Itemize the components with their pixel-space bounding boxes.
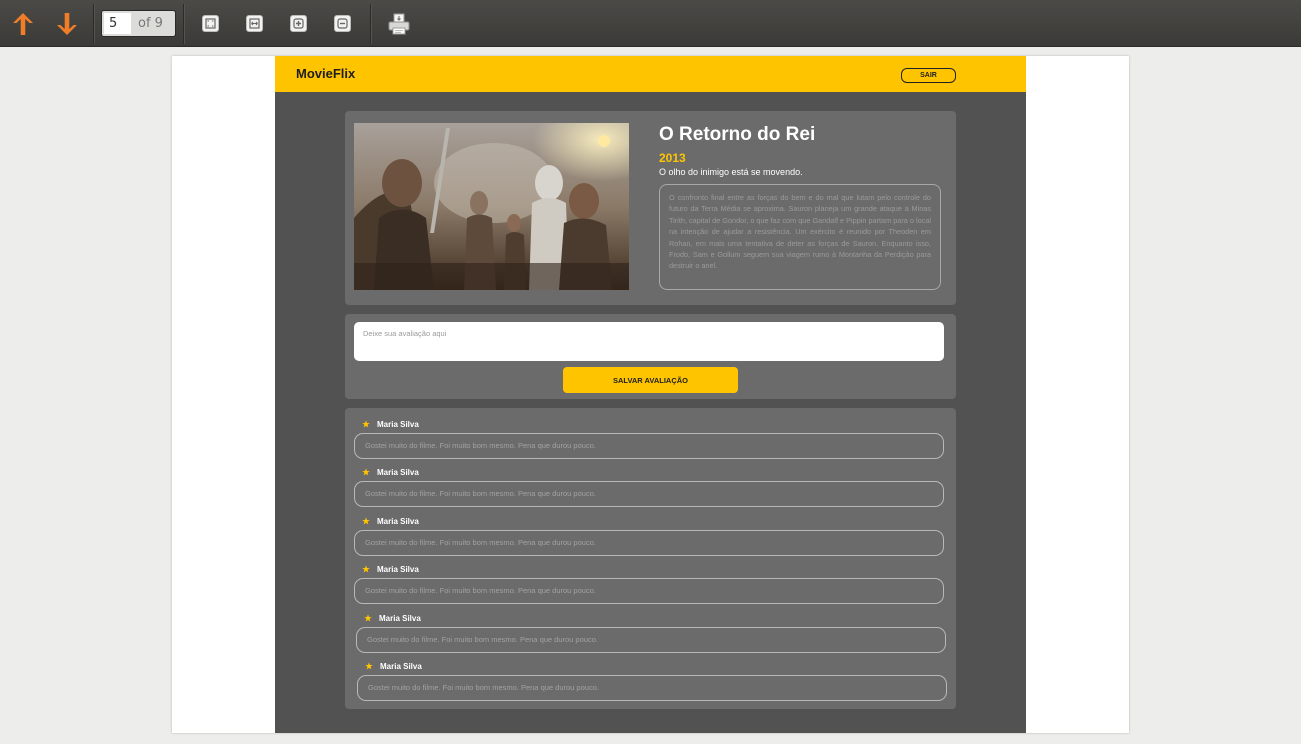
movie-details-card: O Retorno do Rei 2013 O olho do inimigo … xyxy=(345,111,956,305)
zoom-out-icon xyxy=(337,18,348,29)
fit-page-button[interactable] xyxy=(202,15,219,32)
reviews-list-card: Maria Silva Gostei muito do filme. Foi m… xyxy=(345,408,956,709)
star-icon xyxy=(364,614,372,622)
review-text: Gostei muito do filme. Foi muito bom mes… xyxy=(354,433,944,459)
page-total: of 9 xyxy=(138,16,163,31)
review-author: Maria Silva xyxy=(377,420,419,429)
star-icon xyxy=(362,517,370,525)
star-icon xyxy=(362,565,370,573)
review-text: Gostei muito do filme. Foi muito bom mes… xyxy=(357,675,947,701)
document-page: MovieFlix SAIR O Retorno do Rei 2013 O o… xyxy=(172,56,1129,733)
review-input[interactable] xyxy=(354,322,944,361)
previous-page-button[interactable] xyxy=(10,10,36,38)
review-author: Maria Silva xyxy=(380,662,422,671)
fit-width-button[interactable] xyxy=(246,15,263,32)
zoom-in-icon xyxy=(293,18,304,29)
page-number-input[interactable] xyxy=(104,13,131,34)
movieflix-app: MovieFlix SAIR O Retorno do Rei 2013 O o… xyxy=(275,56,1026,733)
review-item: Maria Silva Gostei muito do filme. Foi m… xyxy=(345,654,956,702)
review-text: Gostei muito do filme. Foi muito bom mes… xyxy=(354,578,944,604)
movie-year: 2013 xyxy=(659,151,686,165)
review-text: Gostei muito do filme. Foi muito bom mes… xyxy=(354,481,944,507)
review-item: Maria Silva Gostei muito do filme. Foi m… xyxy=(345,606,956,654)
review-text: Gostei muito do filme. Foi muito bom mes… xyxy=(356,627,946,653)
review-text: Gostei muito do filme. Foi muito bom mes… xyxy=(354,530,944,556)
fit-width-icon xyxy=(249,18,260,29)
arrow-up-icon xyxy=(13,13,33,35)
star-icon xyxy=(365,662,373,670)
zoom-in-button[interactable] xyxy=(290,15,307,32)
print-icon xyxy=(388,13,410,35)
save-review-button[interactable]: SALVAR AVALIAÇÃO xyxy=(563,367,738,393)
print-button[interactable] xyxy=(387,12,411,36)
movie-subtitle: O olho do inimigo está se movendo. xyxy=(659,167,803,177)
review-author: Maria Silva xyxy=(379,614,421,623)
star-icon xyxy=(362,468,370,476)
review-item: Maria Silva Gostei muito do filme. Foi m… xyxy=(345,509,956,557)
review-item: Maria Silva Gostei muito do filme. Foi m… xyxy=(345,557,956,605)
page-number-control: of 9 xyxy=(101,10,176,37)
review-author: Maria Silva xyxy=(377,468,419,477)
review-item: Maria Silva Gostei muito do filme. Foi m… xyxy=(345,460,956,508)
next-page-button[interactable] xyxy=(54,10,80,38)
viewer-toolbar: of 9 xyxy=(0,0,1301,47)
logout-button[interactable]: SAIR xyxy=(901,68,956,83)
arrow-down-icon xyxy=(57,13,77,35)
movie-title: O Retorno do Rei xyxy=(659,124,816,145)
review-item: Maria Silva Gostei muito do filme. Foi m… xyxy=(345,412,956,460)
brand-logo: MovieFlix xyxy=(296,66,356,81)
review-form-card: SALVAR AVALIAÇÃO xyxy=(345,314,956,399)
star-icon xyxy=(362,420,370,428)
review-author: Maria Silva xyxy=(377,565,419,574)
movie-poster xyxy=(354,123,629,290)
movie-synopsis: O confronto final entre as forças do bem… xyxy=(659,184,941,290)
fit-page-icon xyxy=(205,18,216,29)
app-header: MovieFlix SAIR xyxy=(275,56,1026,92)
zoom-out-button[interactable] xyxy=(334,15,351,32)
review-author: Maria Silva xyxy=(377,517,419,526)
